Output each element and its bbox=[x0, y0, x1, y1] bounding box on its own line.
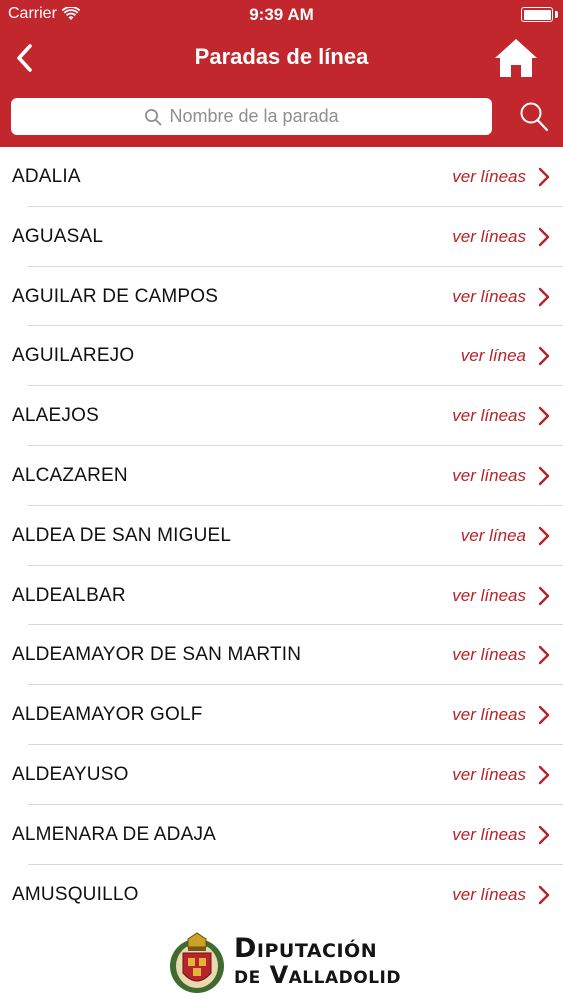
chevron-right-icon bbox=[538, 287, 550, 306]
stop-row[interactable]: ALDEAYUSO ver líneas bbox=[0, 745, 563, 805]
status-time: 9:39 AM bbox=[249, 5, 314, 24]
stop-name: ALDEAMAYOR DE SAN MARTIN bbox=[12, 644, 302, 666]
footer-line1: Diputación bbox=[234, 933, 378, 964]
view-lines-link[interactable]: ver líneas bbox=[452, 645, 526, 665]
stop-name: ALDEAMAYOR GOLF bbox=[12, 704, 203, 726]
battery-tip bbox=[555, 11, 558, 18]
view-lines-link[interactable]: ver línea bbox=[461, 526, 526, 546]
footer-line2: de Valladolid bbox=[234, 961, 401, 990]
view-lines-link[interactable]: ver líneas bbox=[452, 466, 526, 486]
view-lines-link[interactable]: ver líneas bbox=[452, 765, 526, 785]
stop-name: ADALIA bbox=[12, 166, 81, 187]
chevron-right-icon bbox=[538, 646, 550, 665]
chevron-right-icon bbox=[538, 466, 550, 486]
view-lines-link[interactable]: ver líneas bbox=[452, 705, 526, 725]
stop-row[interactable]: ADALIA ver líneas bbox=[0, 147, 563, 207]
view-lines-link[interactable]: ver líneas bbox=[452, 287, 526, 307]
stop-name: ALAEJOS bbox=[12, 405, 99, 427]
stop-name: ALDEAYUSO bbox=[12, 763, 129, 785]
chevron-right-icon bbox=[538, 586, 550, 605]
search-input[interactable] bbox=[169, 106, 360, 127]
home-icon bbox=[495, 39, 537, 77]
stop-row[interactable]: AMUSQUILLO ver líneas bbox=[0, 865, 563, 925]
home-button[interactable] bbox=[493, 36, 539, 80]
view-lines-link[interactable]: ver líneas bbox=[452, 227, 526, 247]
stop-name: ALCAZAREN bbox=[12, 464, 128, 486]
status-bar: Carrier 9:39 AM bbox=[0, 0, 563, 30]
page-title: Paradas de línea bbox=[194, 44, 369, 69]
view-lines-link[interactable]: ver líneas bbox=[452, 406, 526, 426]
nav-bar: Paradas de línea bbox=[0, 30, 563, 86]
chevron-right-icon bbox=[538, 825, 550, 844]
stop-row[interactable]: AGUASAL ver líneas bbox=[0, 207, 563, 267]
search-icon bbox=[520, 102, 549, 132]
chevron-right-icon bbox=[538, 705, 550, 725]
stop-name: AMUSQUILLO bbox=[12, 883, 139, 905]
chevron-right-icon bbox=[538, 347, 550, 366]
chevron-right-icon bbox=[538, 765, 550, 785]
chevron-right-icon bbox=[538, 167, 550, 187]
view-lines-link[interactable]: ver línea bbox=[461, 346, 526, 366]
footer: Diputación de Valladolid bbox=[0, 923, 563, 1000]
stop-row[interactable]: ALDEAMAYOR DE SAN MARTIN ver líneas bbox=[0, 625, 563, 685]
stop-name: ALDEA DE SAN MIGUEL bbox=[12, 524, 232, 546]
battery-icon bbox=[521, 7, 553, 22]
view-lines-link[interactable]: ver líneas bbox=[452, 825, 526, 845]
search-button[interactable] bbox=[519, 101, 549, 133]
stop-row[interactable]: ALDEALBAR ver líneas bbox=[0, 566, 563, 626]
stop-name: AGUILAREJO bbox=[12, 345, 135, 367]
chevron-right-icon bbox=[538, 526, 550, 545]
stop-list: ADALIA ver líneas AGUASAL ver líneas AGU… bbox=[0, 147, 563, 925]
stop-row[interactable]: AGUILAR DE CAMPOS ver líneas bbox=[0, 267, 563, 327]
stop-row[interactable]: ALAEJOS ver líneas bbox=[0, 386, 563, 446]
view-lines-link[interactable]: ver líneas bbox=[452, 885, 526, 905]
stop-row[interactable]: ALDEA DE SAN MIGUEL ver línea bbox=[0, 506, 563, 566]
stop-row[interactable]: ALDEAMAYOR GOLF ver líneas bbox=[0, 685, 563, 745]
stop-row[interactable]: ALCAZAREN ver líneas bbox=[0, 446, 563, 506]
stop-name: ALMENARA DE ADAJA bbox=[12, 823, 217, 845]
view-lines-link[interactable]: ver líneas bbox=[452, 586, 526, 606]
search-field[interactable] bbox=[11, 98, 492, 135]
view-lines-link[interactable]: ver líneas bbox=[452, 167, 526, 187]
stop-row[interactable]: ALMENARA DE ADAJA ver líneas bbox=[0, 805, 563, 865]
search-bar bbox=[0, 86, 563, 147]
chevron-right-icon bbox=[538, 227, 550, 246]
stop-row[interactable]: AGUILAREJO ver línea bbox=[0, 326, 563, 386]
chevron-right-icon bbox=[538, 885, 550, 904]
stop-name: AGUILAR DE CAMPOS bbox=[12, 285, 219, 307]
coat-of-arms-logo bbox=[170, 932, 224, 993]
stop-name: AGUASAL bbox=[12, 225, 104, 247]
footer-text: Diputación de Valladolid bbox=[234, 933, 401, 990]
magnifier-icon bbox=[144, 108, 161, 125]
chevron-right-icon bbox=[538, 406, 550, 426]
stop-name: ALDEALBAR bbox=[12, 584, 126, 606]
